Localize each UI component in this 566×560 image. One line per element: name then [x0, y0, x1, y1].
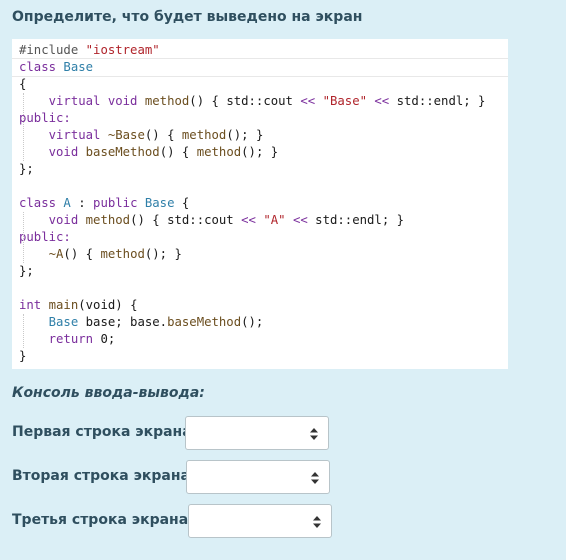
code-token: A [63, 196, 71, 210]
question-title: Определите, что будет выведено на экран [12, 9, 363, 25]
code-token: Base [63, 60, 94, 74]
code-token: () { std::cout [189, 94, 301, 108]
code-line: } [19, 348, 508, 365]
code-token: void [107, 94, 145, 108]
code-token: class [19, 196, 64, 210]
code-line: ~A() { method(); } [19, 246, 508, 263]
code-token: class [19, 60, 64, 74]
answer-select-3[interactable] [188, 504, 332, 538]
sort-updown-icon [311, 472, 319, 484]
answer-row-2: Вторая строка экрана: [12, 460, 342, 494]
code-token: : [70, 196, 94, 210]
code-token: () { std::cout [130, 213, 242, 227]
code-line: class Base [12, 58, 508, 77]
code-token: method [196, 145, 242, 159]
code-token: (void) { [78, 298, 138, 312]
code-token: { [174, 196, 190, 210]
code-token: void [19, 213, 86, 227]
code-token: main [48, 298, 79, 312]
code-token: int [19, 298, 49, 312]
code-token: (); [241, 315, 264, 329]
answer-row-3: Третья строка экрана: [12, 504, 342, 538]
code-line: void baseMethod() { method(); } [19, 144, 508, 161]
code-listing: #include "iostream" class Base{ virtual v… [12, 39, 508, 365]
answer-label-1: Первая строка экрана: [12, 424, 198, 440]
code-token: "Base" [322, 94, 367, 108]
code-line: { [19, 76, 508, 93]
answer-select-1[interactable] [185, 416, 329, 450]
code-token: () { [159, 145, 197, 159]
code-token: { [19, 77, 27, 91]
code-token: () { [63, 247, 101, 261]
code-line: virtual ~Base() { method(); } [19, 127, 508, 144]
code-token: std::endl; } [389, 94, 486, 108]
code-line: }; [19, 161, 508, 178]
answer-label-2: Вторая строка экрана: [12, 468, 196, 484]
code-token: 0; [100, 332, 116, 346]
code-token: std::endl; } [307, 213, 405, 227]
code-token: #include [19, 43, 86, 57]
code-token: << [241, 213, 256, 227]
code-token: (); } [241, 145, 279, 159]
code-line: class A : public Base { [19, 195, 508, 212]
code-token: public: [19, 111, 71, 125]
code-token: ~Base [107, 128, 145, 142]
code-token: ~A [19, 247, 64, 261]
sort-updown-icon [310, 428, 318, 440]
code-token: }; [19, 264, 34, 278]
answer-select-2[interactable] [186, 460, 330, 494]
code-token: << [374, 94, 390, 108]
code-token: method [144, 94, 190, 108]
code-token: public: [19, 230, 71, 244]
code-line: #include "iostream" [19, 42, 508, 59]
console-title: Консоль ввода-вывода: [12, 385, 205, 401]
answer-label-3: Третья строка экрана: [12, 512, 194, 528]
code-line: void method() { std::cout << "A" << std:… [19, 212, 508, 229]
code-token: (); } [226, 128, 264, 142]
code-token: virtual [19, 94, 108, 108]
code-line: }; [19, 263, 508, 280]
code-token: public [93, 196, 145, 210]
code-token: virtual [19, 128, 108, 142]
code-token: Base [19, 315, 79, 329]
code-token: baseMethod [85, 145, 160, 159]
code-token: base; base. [78, 315, 168, 329]
indent-guide [23, 314, 24, 348]
code-block: #include "iostream" class Base{ virtual v… [12, 39, 508, 369]
code-token: baseMethod [167, 315, 242, 329]
code-token: } [19, 349, 27, 363]
code-token: "iostream" [85, 43, 160, 57]
code-line: Base base; base.baseMethod(); [19, 314, 508, 331]
code-line: virtual void method() { std::cout << "Ba… [19, 93, 508, 110]
code-token: return [19, 332, 101, 346]
code-token: method [85, 213, 131, 227]
code-token: << [300, 94, 316, 108]
code-token: Base [144, 196, 175, 210]
code-line: return 0; [19, 331, 508, 348]
code-token: }; [19, 162, 34, 176]
indent-guide [23, 93, 24, 161]
answer-row-1: Первая строка экрана: [12, 416, 342, 450]
code-line: int main(void) { [19, 297, 508, 314]
indent-guide [23, 212, 24, 263]
code-token: () { [144, 128, 182, 142]
code-token: "A" [263, 213, 286, 227]
code-line: public: [19, 110, 508, 127]
code-token: method [100, 247, 145, 261]
sort-updown-icon [313, 516, 321, 528]
code-token: method [181, 128, 227, 142]
code-token: void [19, 145, 86, 159]
code-token: (); } [144, 247, 182, 261]
code-line: public: [19, 229, 508, 246]
code-token: << [292, 213, 308, 227]
